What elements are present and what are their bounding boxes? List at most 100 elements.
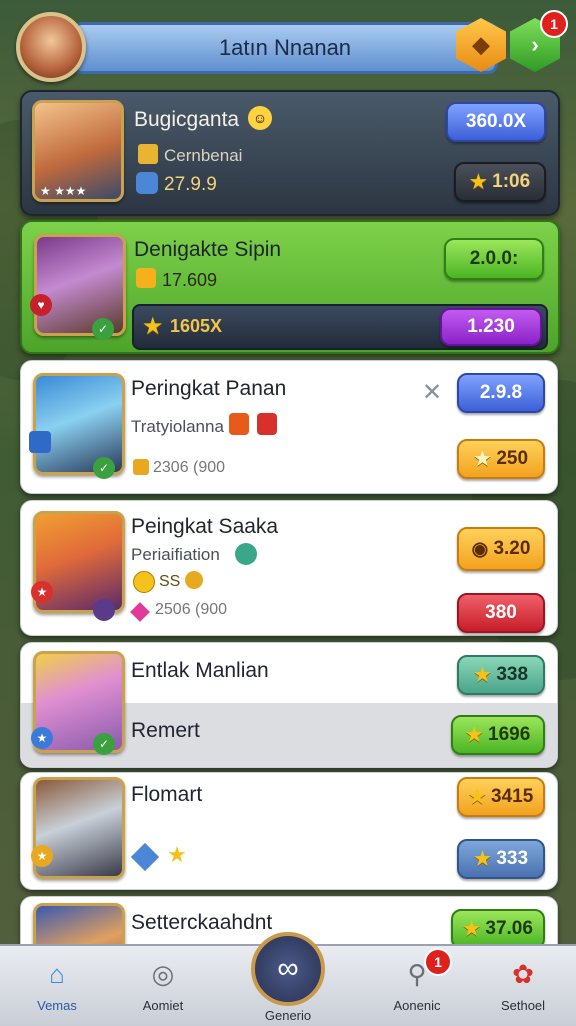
bag-icon <box>185 571 203 589</box>
card-name: Flomart <box>131 783 203 806</box>
shield-check-icon: ✓ <box>92 318 114 340</box>
hero-portrait <box>34 234 126 336</box>
star-icon: ★ <box>473 664 492 686</box>
star-badge-icon: ★ <box>31 581 53 603</box>
list-card[interactable]: ★ Peingkat Saaka Periaifiation SS 2506 (… <box>20 500 558 636</box>
center-emblem-icon: ∞ <box>251 932 325 1006</box>
coin-icon <box>133 571 155 593</box>
nav-settings[interactable]: ✿ Sethoel <box>478 950 568 1022</box>
score-button[interactable]: 2.9.8 <box>457 373 545 413</box>
bag-icon: ◆ <box>472 32 490 57</box>
nav-home[interactable]: ⌂ Vemas <box>12 950 102 1022</box>
heart-badge-icon: ♥ <box>30 294 52 316</box>
score-button[interactable]: ★ 3415 <box>457 777 545 817</box>
reward-value: 1696 <box>488 724 531 745</box>
list-card[interactable]: ★ Flomart ★ ★ 3415 ★ 333 <box>20 772 558 890</box>
card-amount: SS <box>159 573 181 590</box>
coin-icon: ◉ <box>471 538 489 560</box>
reward-button[interactable]: 380 <box>457 593 545 633</box>
progress-bar: ★ 1605X 1.230 <box>132 304 548 350</box>
star-icon: ★ <box>463 918 481 940</box>
boost-value: 1.230 <box>467 316 515 337</box>
nav-label: Aonenic <box>393 998 441 1013</box>
notification-badge: 1 <box>540 10 568 38</box>
nav-center[interactable]: ∞ Generio <box>243 932 333 1023</box>
progress-value: 1605X <box>170 316 223 336</box>
nav-label: Generio <box>264 1008 312 1023</box>
rank-stars: ★ ★★★ <box>40 184 87 198</box>
star-badge-icon: ★ <box>31 727 53 749</box>
highlighted-card[interactable]: ♥ ✓ Denigakte Sipin 17.609 2.0.0: ★ 1605… <box>20 220 560 354</box>
close-icon[interactable]: ✕ <box>419 379 445 406</box>
card-subtitle: Tratyiolanna <box>131 417 224 436</box>
card-name: Peingkat Saaka <box>131 515 279 538</box>
gem-icon <box>136 172 158 194</box>
gear-icon: ✿ <box>512 958 534 989</box>
card-name: Peringkat Panan <box>131 377 287 400</box>
shield-icon <box>257 413 277 435</box>
notification-badge: 1 <box>424 948 452 976</box>
list-card[interactable]: ✓ Peringkat Panan Tratyiolanna 2306 (900… <box>20 360 558 494</box>
shield-check-icon: ✓ <box>93 457 115 479</box>
card-meta: 2306 (900 <box>153 459 226 476</box>
sword-icon <box>229 413 249 435</box>
boost-button[interactable]: 1.230 <box>440 308 542 346</box>
page-title: 1atın Nnanan <box>72 22 498 74</box>
timer-button[interactable]: ★ 1:06 <box>454 162 546 202</box>
player-card[interactable]: ★ ★★★ Bugicganta ☺ Cernbenai 27.9.9 360.… <box>20 90 560 216</box>
badge-icon <box>29 431 51 453</box>
card-row-label: Remert <box>131 719 200 742</box>
score-button[interactable]: 360.0X <box>446 102 546 142</box>
star-icon: ★ <box>142 313 164 340</box>
globe-icon <box>235 543 257 565</box>
coin-icon <box>133 459 149 475</box>
home-icon: ⌂ <box>49 958 65 989</box>
timer-value: 1:06 <box>492 171 531 192</box>
card-amount: 17.609 <box>162 270 218 290</box>
shield-check-icon: ✓ <box>93 733 115 755</box>
reward-value: 333 <box>496 848 529 869</box>
coin-icon <box>136 268 156 288</box>
card-subtitle: Periaifiation <box>131 545 220 564</box>
top-bar: 1atın Nnanan ◆ › 1 <box>14 10 568 82</box>
star-icon: ★ <box>465 724 483 746</box>
claim-button[interactable]: 2.0.0: <box>444 238 544 280</box>
star-icon: ★ <box>468 786 486 808</box>
card-meta: 2506 (900 <box>155 601 228 618</box>
player-subtitle: Cernbenai <box>164 146 243 165</box>
star-badge-icon: ★ <box>31 845 53 867</box>
camera-icon: ◎ <box>151 958 175 989</box>
score-button[interactable]: ★ 37.06 <box>451 909 545 949</box>
score-button[interactable]: ◉ 3.20 <box>457 527 545 571</box>
score-value: 3415 <box>491 786 534 807</box>
trophy-icon <box>138 144 158 164</box>
card-name: Entlak Manlian <box>131 659 269 682</box>
nav-label: Sethoel <box>500 998 546 1013</box>
score-value: 3.20 <box>493 538 531 559</box>
nav-camera[interactable]: ◎ Aomiet <box>118 950 208 1022</box>
emoji-icon: ☺ <box>248 106 272 130</box>
star-icon: ★ <box>469 171 487 193</box>
reward-button[interactable]: ★ 333 <box>457 839 545 879</box>
shield-icon <box>93 599 115 621</box>
score-value: 338 <box>496 664 529 685</box>
card-name: Denigakte Sipin <box>134 238 282 261</box>
star-icon: ★ <box>167 842 187 867</box>
reward-value: 250 <box>496 448 529 469</box>
player-avatar[interactable] <box>16 12 86 82</box>
bottom-nav: ⌂ Vemas ◎ Aomiet ∞ Generio ⚲ Aonenic 1 ✿… <box>0 932 576 1026</box>
star-icon: ★ <box>473 448 492 470</box>
chevron-right-icon: › <box>531 32 539 57</box>
gem-icon <box>130 842 160 872</box>
score-button[interactable]: ★ 338 <box>457 655 545 695</box>
star-icon: ★ <box>473 848 492 870</box>
player-name: Bugicganta <box>134 108 240 131</box>
list-card[interactable]: ★ ✓ Entlak Manlian Remert ★ 338 ★ 1696 <box>20 642 558 768</box>
reward-button[interactable]: ★ 1696 <box>451 715 545 755</box>
nav-label: Aomiet <box>142 998 184 1013</box>
score-value: 37.06 <box>485 918 533 939</box>
gem-icon <box>130 602 150 622</box>
nav-label: Vemas <box>37 998 77 1013</box>
player-amount: 27.9.9 <box>164 174 217 195</box>
reward-button[interactable]: ★ 250 <box>457 439 545 479</box>
